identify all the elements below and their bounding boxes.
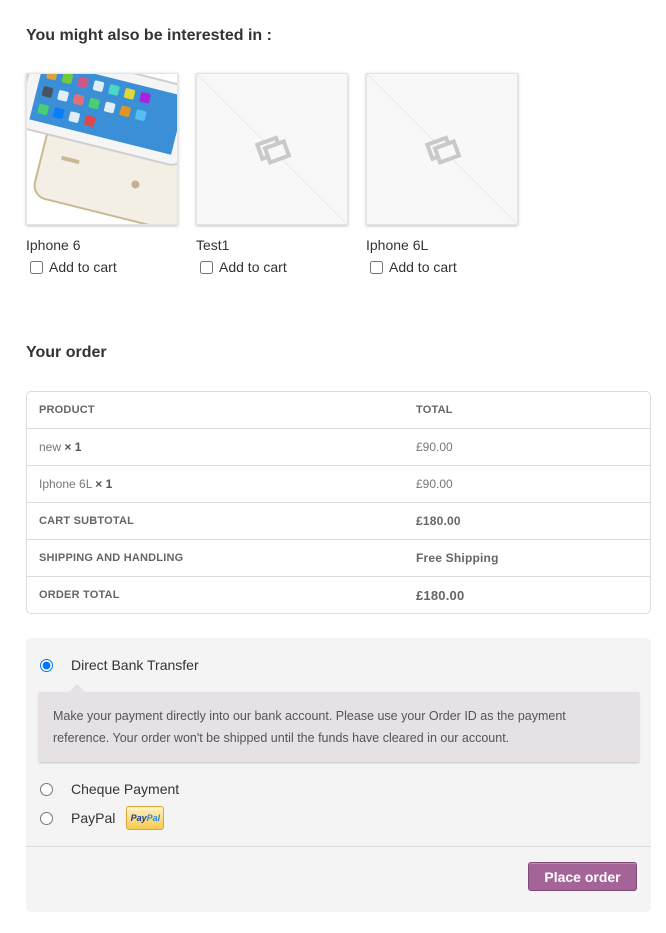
add-to-cart-checkbox[interactable] (200, 260, 213, 274)
order-total-value: £180.00 (404, 576, 650, 613)
order-heading: Your order (26, 344, 107, 361)
add-to-cart-checkbox[interactable] (30, 260, 43, 274)
bank-transfer-description: Make your payment directly into our bank… (39, 684, 639, 762)
payment-method-paypal[interactable]: PayPal PayPal (39, 806, 165, 830)
shipping-row: SHIPPING AND HANDLING Free Shipping (27, 539, 650, 576)
table-row: new × 1 £90.00 (27, 428, 650, 465)
divider (26, 846, 651, 847)
payment-section: Direct Bank Transfer Make your payment d… (26, 638, 651, 912)
add-to-cart-option[interactable]: Add to cart (196, 259, 348, 275)
shipping-value: Free Shipping (404, 539, 650, 576)
table-row: Iphone 6L × 1 £90.00 (27, 465, 650, 502)
item-total: £90.00 (404, 465, 650, 502)
add-to-cart-checkbox[interactable] (370, 260, 383, 274)
add-to-cart-label[interactable]: Add to cart (389, 259, 457, 275)
cheque-radio[interactable] (40, 782, 53, 796)
paypal-logo-icon: PayPal (126, 806, 165, 830)
related-product: Test1 Add to cart (196, 73, 348, 275)
add-to-cart-label[interactable]: Add to cart (49, 259, 117, 275)
bacs-radio[interactable] (40, 658, 53, 672)
add-to-cart-option[interactable]: Add to cart (26, 259, 178, 275)
add-to-cart-label[interactable]: Add to cart (219, 259, 287, 275)
item-total: £90.00 (404, 428, 650, 465)
payment-method-label[interactable]: Direct Bank Transfer (71, 657, 199, 673)
payment-method-label[interactable]: PayPal (71, 810, 115, 826)
product-name[interactable]: Test1 (196, 237, 348, 253)
item-name: Iphone 6L (39, 477, 92, 491)
item-quantity: × 1 (64, 440, 82, 454)
payment-method-label[interactable]: Cheque Payment (71, 781, 179, 797)
table-header-row: PRODUCT TOTAL (27, 392, 650, 428)
add-to-cart-option[interactable]: Add to cart (366, 259, 518, 275)
item-name: new (39, 440, 62, 454)
placeholder-icon (367, 74, 517, 224)
shipping-label: SHIPPING AND HANDLING (27, 539, 404, 576)
payment-method-cheque[interactable]: Cheque Payment (39, 781, 179, 797)
subtotal-label: CART SUBTOTAL (27, 502, 404, 539)
item-quantity: × 1 (95, 477, 113, 491)
order-total-row: ORDER TOTAL £180.00 (27, 576, 650, 613)
column-header-product: PRODUCT (39, 404, 95, 416)
order-total-label: ORDER TOTAL (27, 576, 404, 613)
iphone-photo (27, 74, 177, 224)
product-image[interactable] (26, 73, 178, 225)
related-product: Iphone 6 Add to cart (26, 73, 178, 275)
related-product: Iphone 6L Add to cart (366, 73, 518, 275)
product-name[interactable]: Iphone 6 (26, 237, 178, 253)
paypal-radio[interactable] (40, 811, 53, 825)
product-name[interactable]: Iphone 6L (366, 237, 518, 253)
order-review-table: PRODUCT TOTAL new × 1 £90.00 Iphone 6L ×… (26, 391, 651, 614)
related-heading: You might also be interested in : (26, 27, 272, 44)
subtotal-value: £180.00 (404, 502, 650, 539)
bank-transfer-text: Make your payment directly into our bank… (53, 709, 566, 745)
payment-method-bacs[interactable]: Direct Bank Transfer (39, 657, 199, 673)
place-order-button[interactable]: Place order (528, 862, 637, 891)
product-image[interactable] (366, 73, 518, 225)
product-image[interactable] (196, 73, 348, 225)
subtotal-row: CART SUBTOTAL £180.00 (27, 502, 650, 539)
placeholder-icon (197, 74, 347, 224)
column-header-total: TOTAL (416, 404, 453, 416)
